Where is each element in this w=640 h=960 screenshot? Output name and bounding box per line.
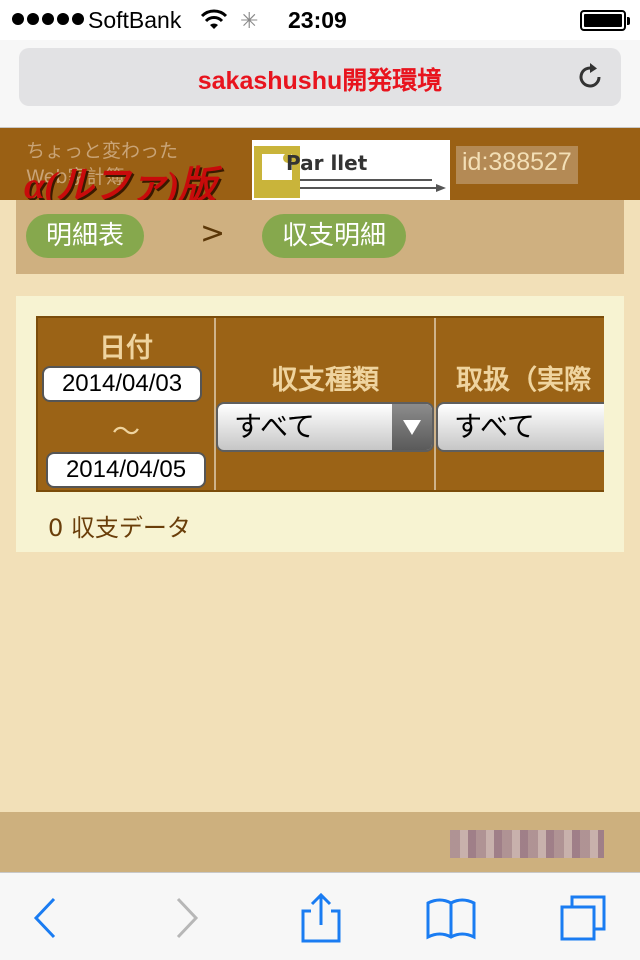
- date-header[interactable]: 日付: [38, 326, 214, 365]
- date-to-input[interactable]: 2014/04/05: [46, 452, 206, 488]
- breadcrumb-separator: >: [200, 216, 226, 251]
- page-title[interactable]: sakashushu開発環境: [19, 61, 621, 97]
- battery-icon: [580, 10, 630, 31]
- signal-icon: [12, 13, 84, 25]
- activity-spinner-icon: ✳: [240, 8, 259, 33]
- redacted-footer-text: [450, 830, 604, 858]
- bookmarks-icon[interactable]: [424, 891, 478, 945]
- date-range-tilde: ～: [111, 415, 140, 448]
- reload-icon[interactable]: [573, 60, 607, 94]
- filter-table: 日付 2014/04/03 ～ 2014/04/05 収支種類 すべて 取扱（実…: [36, 316, 604, 492]
- handling-column: 取扱（実際 すべて: [436, 318, 604, 490]
- breadcrumb-item-income-expense[interactable]: 収支明細: [262, 214, 407, 258]
- carrier-name: SoftBank: [88, 7, 182, 33]
- browser-toolbar: [0, 872, 640, 960]
- status-time: 23:09: [288, 7, 347, 33]
- status-bar: SoftBank ✳ 23:09: [0, 0, 640, 40]
- wifi-icon: [200, 9, 228, 29]
- handling-select[interactable]: すべて: [436, 402, 604, 452]
- kind-column: 収支種類 すべて: [216, 318, 436, 490]
- date-from-input[interactable]: 2014/04/03: [42, 366, 202, 402]
- browser-address-area: sakashushu開発環境: [0, 40, 640, 128]
- address-bar[interactable]: sakashushu開発環境: [19, 48, 621, 106]
- filter-panel: 日付 2014/04/03 ～ 2014/04/05 収支種類 すべて 取扱（実…: [16, 296, 624, 552]
- result-count: 0 収支データ: [48, 514, 191, 542]
- chevron-down-icon: [392, 404, 432, 450]
- tabs-icon[interactable]: [556, 891, 610, 945]
- breadcrumb: 明細表 > 収支明細: [16, 200, 624, 274]
- forward-icon[interactable]: [160, 891, 214, 945]
- page-footer: [0, 812, 640, 872]
- handling-select-value: すべて: [454, 410, 535, 443]
- kind-select[interactable]: すべて: [216, 402, 434, 452]
- share-icon[interactable]: [294, 891, 348, 945]
- back-icon[interactable]: [18, 891, 72, 945]
- filter-table-scroll[interactable]: 日付 2014/04/03 ～ 2014/04/05 収支種類 すべて 取扱（実…: [36, 316, 604, 492]
- kind-header[interactable]: 収支種類: [216, 358, 434, 397]
- user-id-badge: id:388527: [456, 146, 578, 184]
- breadcrumb-item-statement[interactable]: 明細表: [26, 214, 145, 258]
- date-column: 日付 2014/04/03 ～ 2014/04/05: [38, 318, 216, 490]
- kind-select-value: すべて: [234, 410, 315, 443]
- partner-logo[interactable]: Par llet: [252, 140, 450, 200]
- handling-header[interactable]: 取扱（実際: [436, 358, 604, 397]
- partner-logo-text: Par llet: [286, 151, 368, 175]
